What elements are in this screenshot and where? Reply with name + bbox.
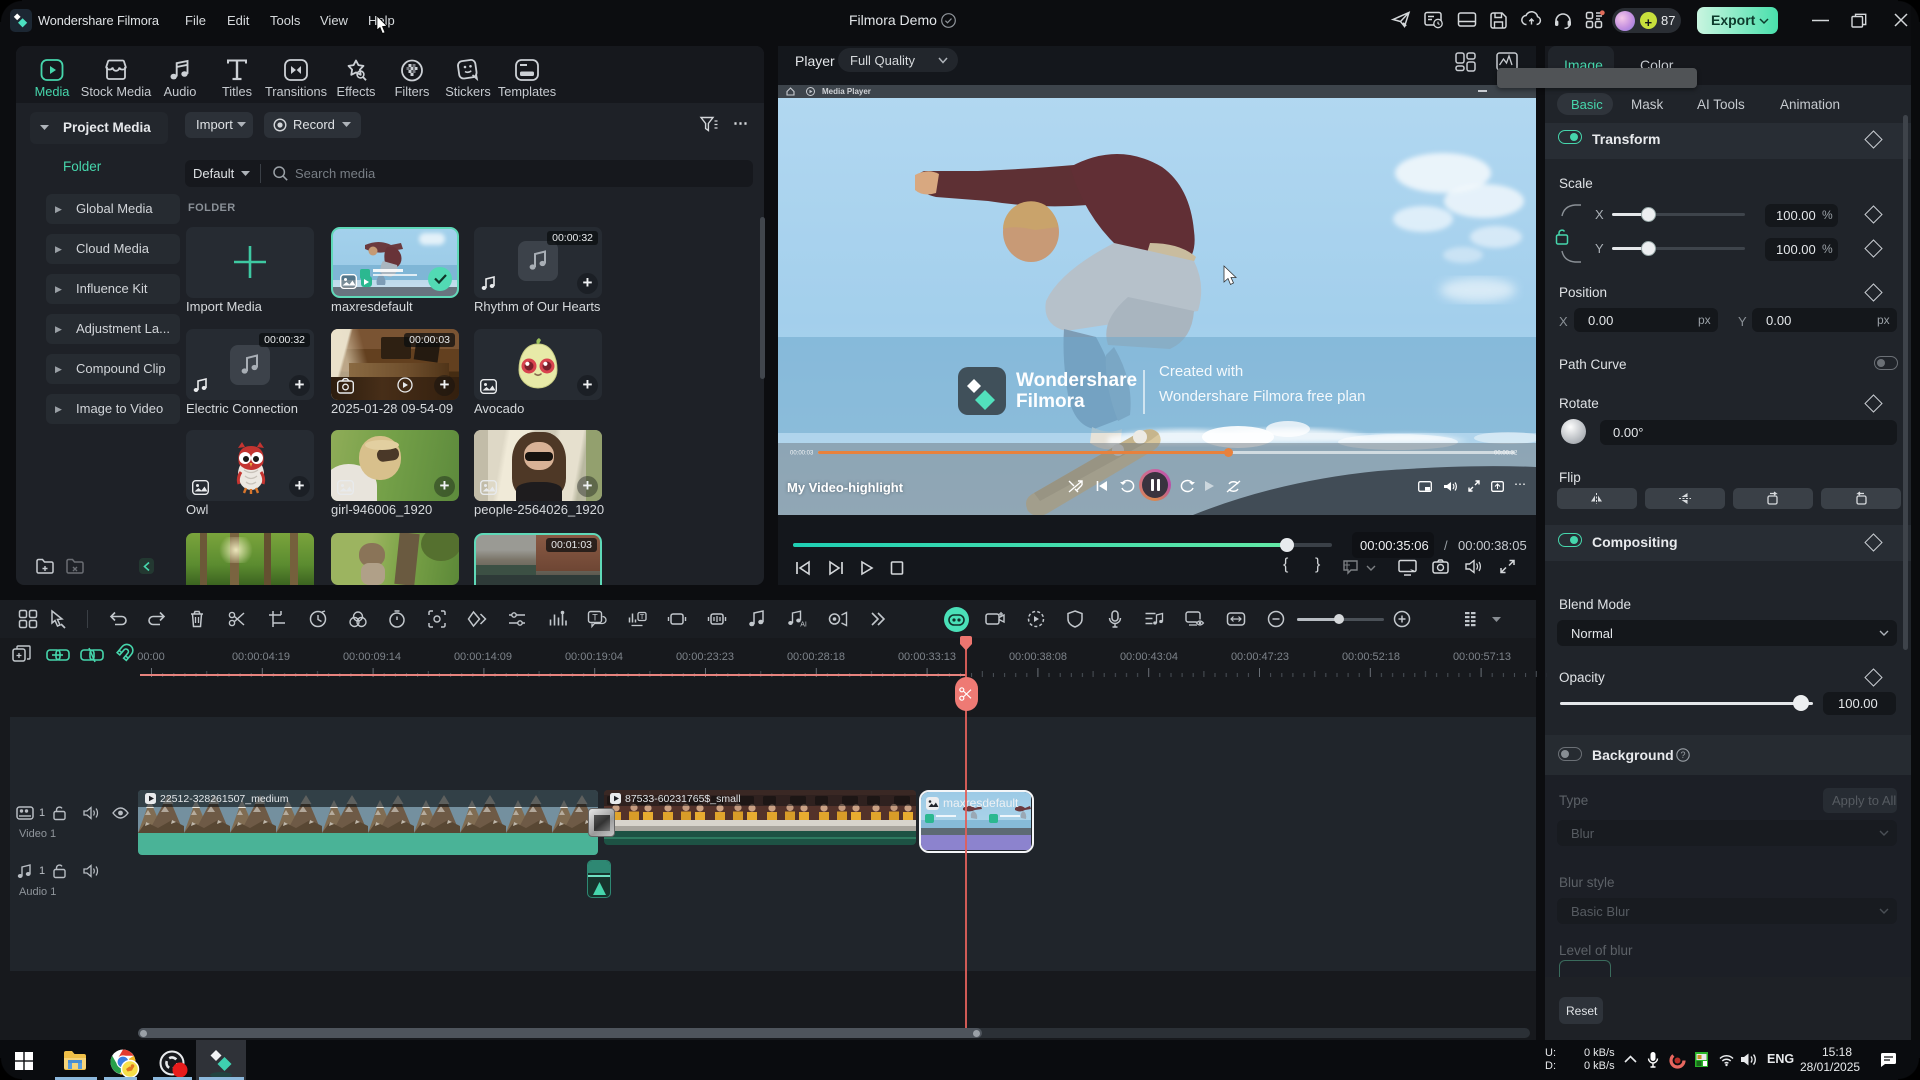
svg-text:T: T xyxy=(640,612,645,621)
svg-text:Wondershare Filmora free plan: Wondershare Filmora free plan xyxy=(1159,388,1365,405)
svg-text:Filmora: Filmora xyxy=(1016,391,1085,412)
svg-text:Wondershare: Wondershare xyxy=(1016,370,1137,391)
svg-text:Created with: Created with xyxy=(1159,363,1243,380)
svg-text:T: T xyxy=(592,613,598,623)
svg-text:AI: AI xyxy=(800,622,807,629)
svg-text:?: ? xyxy=(1680,750,1685,760)
